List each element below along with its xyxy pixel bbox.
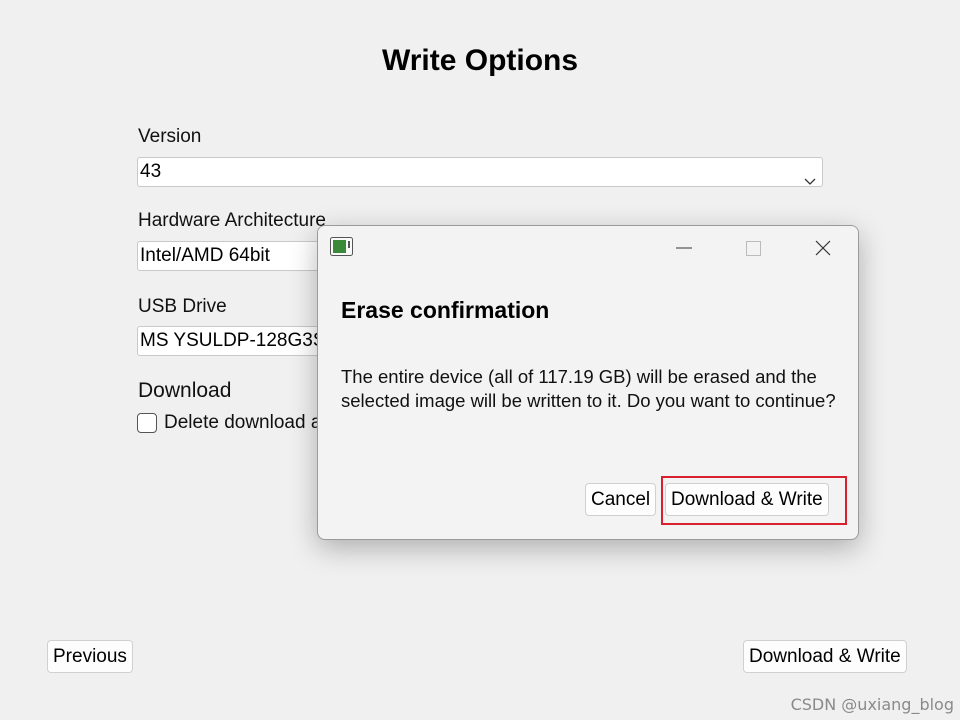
- maximize-icon: [745, 240, 761, 256]
- page-title: Write Options: [381, 44, 579, 77]
- version-label: Version: [138, 126, 202, 147]
- chevron-down-icon: [804, 167, 816, 185]
- usb-drive-value: MS YSULDP-128G3S: [140, 330, 326, 351]
- cancel-button[interactable]: Cancel: [585, 483, 657, 516]
- erase-confirmation-dialog: Erase confirmation The entire device (al…: [317, 225, 859, 540]
- close-icon: [815, 240, 831, 256]
- confirm-download-write-button[interactable]: Download & Write: [665, 483, 829, 516]
- hardware-architecture-label: Hardware Architecture: [138, 210, 326, 231]
- main-window: Write Options Version 43 Hardware Archit…: [0, 0, 960, 720]
- minimize-button[interactable]: [661, 232, 707, 264]
- version-select[interactable]: 43: [137, 157, 823, 187]
- dialog-message: The entire device (all of 117.19 GB) wil…: [341, 366, 836, 411]
- download-write-button[interactable]: Download & Write: [743, 640, 907, 673]
- app-icon: [330, 237, 353, 256]
- dialog-titlebar[interactable]: [318, 226, 858, 270]
- watermark: CSDN @uxiang_blog: [790, 695, 954, 714]
- version-value: 43: [140, 161, 162, 182]
- dialog-heading: Erase confirmation: [341, 297, 550, 323]
- delete-download-checkbox[interactable]: [137, 413, 157, 433]
- usb-drive-label: USB Drive: [138, 296, 227, 317]
- download-section-label: Download: [138, 379, 232, 402]
- minimize-icon: [676, 247, 692, 249]
- hardware-architecture-value: Intel/AMD 64bit: [140, 245, 270, 266]
- maximize-button[interactable]: [730, 232, 776, 264]
- close-button[interactable]: [800, 232, 846, 264]
- previous-button[interactable]: Previous: [47, 640, 133, 673]
